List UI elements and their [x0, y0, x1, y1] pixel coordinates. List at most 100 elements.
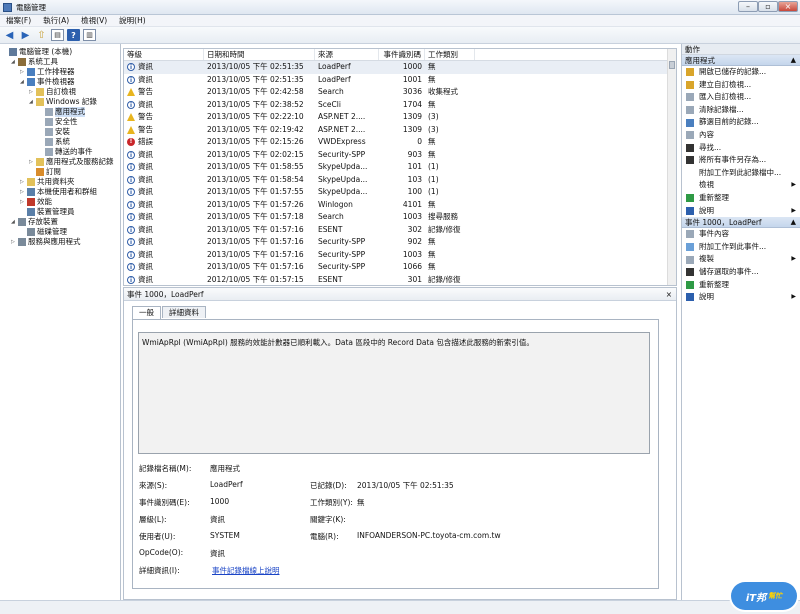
actions-section-application[interactable]: 應用程式 ▲ [682, 55, 800, 66]
tree-item[interactable]: 應用程式 [0, 107, 120, 117]
event-row[interactable]: ! 錯誤 2013/10/05 下午 02:15:26 VWDExpress 0 無 [124, 136, 676, 149]
tree-item[interactable]: ◢ 存放裝置 [0, 217, 120, 227]
expand-toggle-icon[interactable]: ▷ [11, 237, 18, 247]
expand-toggle-icon[interactable]: ◢ [20, 77, 27, 87]
tree-item[interactable]: 電腦管理 (本機) [0, 47, 120, 57]
column-event-id[interactable]: 事件識別碼 [379, 49, 425, 60]
tab-general[interactable]: 一般 [132, 306, 161, 319]
expand-toggle-icon[interactable]: ▷ [29, 157, 36, 167]
column-task-category[interactable]: 工作類別 [425, 49, 475, 60]
collapse-arrow-icon[interactable]: ▲ [791, 55, 796, 66]
show-hide-tree-icon[interactable]: ▤ [51, 29, 64, 41]
action-item[interactable]: 建立自訂檢視... [682, 79, 800, 92]
expand-toggle-icon[interactable]: ▷ [20, 67, 27, 77]
tree-item[interactable]: 訂閱 [0, 167, 120, 177]
expand-toggle-icon[interactable]: ◢ [11, 217, 18, 227]
tree-item[interactable]: ◢ 事件檢視器 [0, 77, 120, 87]
expand-toggle-icon[interactable]: ▷ [20, 187, 27, 197]
action-item[interactable]: 重新整理 [682, 279, 800, 292]
event-description[interactable]: WmiApRpl (WmiApRpl) 服務的效能計數器已順利載入。Data 區… [138, 332, 650, 454]
up-folder-icon[interactable]: ⇧ [35, 29, 48, 41]
expand-toggle-icon[interactable]: ◢ [11, 57, 18, 67]
event-row[interactable]: i 資訊 2013/10/05 下午 02:38:52 SceCli 1704 無 [124, 99, 676, 112]
collapse-arrow-icon[interactable]: ▲ [791, 217, 796, 228]
actions-section-event[interactable]: 事件 1000，LoadPerf ▲ [682, 217, 800, 229]
event-level-text: 資訊 [138, 162, 153, 171]
expand-toggle-icon[interactable]: ▷ [20, 177, 27, 187]
event-row[interactable]: i 資訊 2013/10/05 下午 01:57:16 Security-SPP 106… [124, 261, 676, 274]
action-item[interactable]: 將所有事件另存為... [682, 154, 800, 167]
column-level[interactable]: 等級 [124, 49, 204, 60]
event-row[interactable]: 警告 2013/10/05 下午 02:19:42 ASP.NET 2.... 130… [124, 124, 676, 137]
event-category-cell: 記錄/修復 [428, 224, 461, 234]
show-hide-action-pane-icon[interactable]: ▥ [83, 29, 96, 41]
event-row[interactable]: i 資訊 2013/10/05 下午 02:51:35 LoadPerf 1000 無 [124, 61, 676, 74]
action-item[interactable]: 儲存選取的事件... [682, 266, 800, 279]
event-list-scrollbar[interactable] [667, 49, 676, 285]
action-item[interactable]: 重新整理 [682, 192, 800, 205]
tree-item[interactable]: 轉送的事件 [0, 147, 120, 157]
help-icon[interactable]: ? [67, 29, 80, 41]
action-item[interactable]: 尋找... [682, 142, 800, 155]
action-item[interactable]: 複製 ▶ [682, 253, 800, 266]
tree-item[interactable]: 裝置管理員 [0, 207, 120, 217]
menu-file[interactable]: 檔案(F) [6, 15, 31, 26]
menu-view[interactable]: 檢視(V) [81, 15, 107, 26]
event-row[interactable]: i 資訊 2013/10/05 下午 01:58:54 SkypeUpda... 103… [124, 174, 676, 187]
event-row[interactable]: i 資訊 2013/10/05 下午 01:57:16 Security-SPP 100… [124, 249, 676, 262]
close-detail-icon[interactable]: × [666, 288, 672, 301]
action-item[interactable]: 篩選目前的記錄... [682, 116, 800, 129]
column-source[interactable]: 來源 [315, 49, 379, 60]
event-row[interactable]: 警告 2013/10/05 下午 02:42:58 Search 3036 收集程式 [124, 86, 676, 99]
back-arrow-icon[interactable]: ◀ [3, 29, 16, 41]
online-help-link[interactable]: 事件記錄檔線上說明 [212, 565, 280, 576]
expand-toggle-icon[interactable]: ◢ [29, 97, 36, 107]
action-item[interactable]: 檢視 ▶ [682, 179, 800, 192]
watermark-sub: 幫忙 [768, 592, 783, 600]
tree-item[interactable]: ◢ Windows 記錄 [0, 97, 120, 107]
tab-details[interactable]: 詳細資料 [162, 306, 206, 318]
event-row[interactable]: 警告 2013/10/05 下午 02:22:10 ASP.NET 2.... 130… [124, 111, 676, 124]
tree-item[interactable]: ▷ 應用程式及服務記錄 [0, 157, 120, 167]
event-row[interactable]: i 資訊 2013/10/05 下午 01:57:55 SkypeUpda... 100… [124, 186, 676, 199]
tree-item[interactable]: ▷ 工作排程器 [0, 67, 120, 77]
action-item[interactable]: 說明 ▶ [682, 291, 800, 304]
expand-toggle-icon[interactable]: ▷ [20, 197, 27, 207]
action-item[interactable]: 開啟已儲存的記錄... [682, 66, 800, 79]
tree-item[interactable]: 磁碟管理 [0, 227, 120, 237]
tree-item[interactable]: ◢ 系統工具 [0, 57, 120, 67]
tree-item[interactable]: 安裝 [0, 127, 120, 137]
tree-item[interactable]: ▷ 效能 [0, 197, 120, 207]
tree-item[interactable]: 系統 [0, 137, 120, 147]
action-item[interactable]: 內容 [682, 129, 800, 142]
tree-item[interactable]: ▷ 自訂檢視 [0, 87, 120, 97]
menu-action[interactable]: 執行(A) [43, 15, 69, 26]
action-item[interactable]: 說明 ▶ [682, 205, 800, 218]
close-button[interactable]: × [778, 1, 798, 12]
tree-item[interactable]: ▷ 共用資料夾 [0, 177, 120, 187]
event-row[interactable]: i 資訊 2013/10/05 下午 01:58:55 SkypeUpda... 101… [124, 161, 676, 174]
action-item[interactable]: 匯入自訂檢視... [682, 91, 800, 104]
forward-arrow-icon[interactable]: ▶ [19, 29, 32, 41]
event-row[interactable]: i 資訊 2013/10/05 下午 02:02:15 Security-SPP 903… [124, 149, 676, 162]
maximize-button[interactable]: ▫ [758, 1, 778, 12]
event-row[interactable]: i 資訊 2013/10/05 下午 01:57:26 Winlogon 4101 無 [124, 199, 676, 212]
expand-toggle-icon[interactable]: ▷ [29, 87, 36, 97]
minimize-button[interactable]: – [738, 1, 758, 12]
action-item[interactable]: 附加工作到此事件... [682, 241, 800, 254]
event-row[interactable]: i 資訊 2013/10/05 下午 02:51:35 LoadPerf 1001 無 [124, 74, 676, 87]
event-row[interactable]: i 資訊 2013/10/05 下午 01:57:16 Security-SPP 902… [124, 236, 676, 249]
action-item[interactable]: 事件內容 [682, 228, 800, 241]
tree-item[interactable]: ▷ 本機使用者和群組 [0, 187, 120, 197]
event-row[interactable]: i 資訊 2012/10/05 下午 01:57:15 ESENT 301 記錄/修復 [124, 274, 676, 286]
tree-item[interactable]: 安全性 [0, 117, 120, 127]
column-date[interactable]: 日期和時間 [204, 49, 315, 60]
menu-help[interactable]: 說明(H) [119, 15, 146, 26]
tree-item[interactable]: ▷ 服務與應用程式 [0, 237, 120, 247]
event-row[interactable]: i 資訊 2013/10/05 下午 01:57:16 ESENT 302 記錄/修復 [124, 224, 676, 237]
scrollbar-thumb[interactable] [669, 61, 675, 69]
action-item-label: 內容 [699, 129, 714, 139]
action-item[interactable]: 清除記錄檔... [682, 104, 800, 117]
event-row[interactable]: i 資訊 2013/10/05 下午 01:57:18 Search 1003 搜尋服務 [124, 211, 676, 224]
action-item[interactable]: 附加工作到此記錄檔中... [682, 167, 800, 180]
